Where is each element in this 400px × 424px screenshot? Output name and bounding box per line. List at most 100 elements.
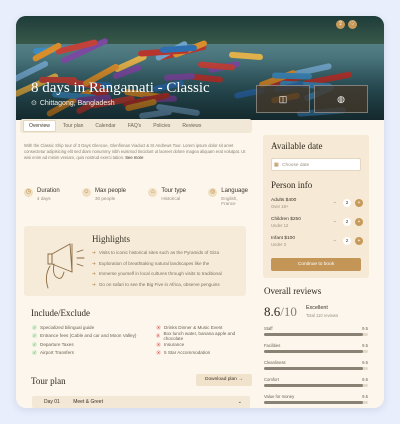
highlight-text: Visits to iconic historical sites such a… — [98, 250, 220, 255]
chevron-down-icon: ⌄ — [237, 399, 242, 405]
review-bar-value: 9.5 — [362, 394, 368, 399]
heart-icon[interactable]: ♡ — [348, 20, 357, 29]
highlights-title: Highlights — [92, 234, 131, 244]
location: ⊙ Chittagong, Bangladesh — [31, 99, 115, 108]
fact-title: Max people — [94, 188, 127, 194]
review-bar-label: Cleanliness — [264, 360, 286, 365]
review-bar-track — [264, 384, 368, 387]
location-label: Chittagong, Bangladesh — [39, 99, 115, 107]
tab-tour-plan[interactable]: Tour plan — [58, 121, 89, 131]
review-bar-track — [264, 367, 368, 370]
check-icon: ✓ — [32, 333, 37, 339]
fact-title: Language — [221, 188, 248, 194]
review-count: Total 110 reviews — [306, 313, 339, 318]
review-bar-value: 9.5 — [362, 360, 368, 365]
review-bar-label: Comfort — [264, 377, 279, 382]
quantity-value: 2 — [343, 237, 351, 245]
continue-to-book-button[interactable]: Continue to book — [271, 258, 361, 271]
fact-duration: ◷ Duration 4 days — [24, 188, 60, 206]
highlight-text: Immerse yourself in local cultures throu… — [98, 271, 222, 276]
included-text: Specialized bilingual guide — [40, 324, 95, 330]
see-more-link[interactable]: See more — [125, 155, 143, 160]
gallery-thumb-map[interactable]: ◍ — [314, 85, 368, 113]
tab-overview[interactable]: Overview — [23, 120, 56, 132]
day-accordion[interactable]: Day 01 Meet & Greet ⌄ — [32, 396, 250, 408]
minus-button[interactable]: − — [331, 237, 339, 245]
fact-max-people: ☺ Max people 30 people — [81, 188, 127, 206]
fact-value: Historical — [161, 196, 181, 201]
review-bar-fill — [264, 367, 363, 370]
calendar-icon: ▦ — [274, 162, 279, 168]
review-bar-row: Facilities 9.5 — [264, 343, 368, 353]
quantity-value: 2 — [343, 199, 351, 207]
arrow-icon: ➔ — [92, 250, 96, 255]
excluded-text: Drinks Dinner & Music Event — [164, 324, 223, 330]
excluded-text: Insurance — [164, 341, 185, 347]
share-icon[interactable]: ⇪ — [336, 20, 345, 29]
review-bar-row: Comfort 9.5 — [264, 377, 368, 387]
arrow-right-icon: → — [238, 377, 243, 382]
list-item: ✕ Insurance — [156, 340, 246, 349]
tab-faqs[interactable]: FAQ's — [123, 121, 146, 131]
arrow-icon: ➔ — [92, 281, 96, 287]
minus-button[interactable]: − — [331, 199, 339, 207]
review-bar-row: Value for money 9.5 — [264, 394, 368, 404]
review-bar-row: Staff 9.5 — [264, 326, 368, 336]
plus-button[interactable]: + — [355, 218, 363, 226]
tour-plan-title: Tour plan — [31, 376, 66, 386]
pin-icon: ⊙ — [31, 100, 37, 107]
minus-button[interactable]: − — [331, 218, 339, 226]
review-bar-label: Value for money — [264, 394, 295, 399]
fact-language: ◎ Language English, France — [208, 188, 248, 206]
plus-button[interactable]: + — [355, 237, 363, 245]
page-title: 8 days in Rangamati - Classic — [31, 80, 210, 96]
included-column: ✓ Specialized bilingual guide ✓ Entrance f… — [32, 323, 136, 357]
close-icon: ✕ — [156, 333, 161, 339]
review-bar-value: 9.5 — [362, 343, 368, 348]
excluded-column: ✕ Drinks Dinner & Music Event ✕ Box lunch … — [156, 323, 246, 357]
included-text: Airport Transfers — [40, 350, 74, 356]
globe-icon: ◍ — [337, 94, 345, 104]
overview-text: With the Classic Ship tour of 3 Days Gle… — [24, 143, 248, 161]
camera-icon: ◫ — [278, 94, 288, 104]
review-bar-value: 9.5 — [362, 326, 368, 331]
list-item: ➔ Visits to iconic historical sites such … — [92, 250, 242, 256]
tab-policies[interactable]: Policies — [148, 121, 175, 131]
review-score: 8.6/10 — [264, 304, 297, 320]
download-plan-label: Download plan — [205, 377, 237, 382]
review-bar-label: Facilities — [264, 343, 281, 348]
list-item: ✕ 5 Star Accommodation — [156, 349, 246, 358]
tab-calendar[interactable]: Calendar — [90, 121, 120, 131]
fact-tour-type: ⌂ Tour type Historical — [148, 188, 186, 206]
fact-title: Duration — [37, 188, 60, 194]
fact-value: English, France — [221, 196, 238, 206]
date-field[interactable]: Choose date — [271, 158, 361, 171]
person-info-title: Person info — [271, 180, 313, 190]
list-item: ➔ Go on safari to see the Big Five in Afr… — [92, 282, 242, 288]
tab-bar: Overview Tour plan Calendar FAQ's Polici… — [20, 119, 252, 133]
close-icon: ✕ — [156, 341, 161, 347]
check-icon: ✓ — [32, 341, 37, 347]
review-bar-value: 9.5 — [362, 377, 368, 382]
excluded-text: Box lunch water, banana apple and chocol… — [163, 330, 236, 341]
list-item: ✓ Departure Taxes — [32, 340, 136, 349]
review-bar-fill — [264, 333, 363, 336]
available-date-title: Available date — [271, 141, 323, 151]
review-bar-track — [264, 333, 368, 336]
tab-reviews[interactable]: Reviews — [177, 121, 206, 131]
score-out-of: /10 — [280, 304, 297, 319]
review-bar-label: Staff — [264, 326, 273, 331]
excluded-text: 5 Star Accommodation — [164, 350, 211, 356]
list-item: ✓ Entrance fees (Cable and car and Moon V… — [32, 332, 136, 341]
arrow-icon: ➔ — [92, 271, 96, 276]
download-plan-button[interactable]: Download plan → — [196, 374, 252, 386]
review-bar-fill — [264, 350, 363, 353]
gallery-thumb-photos[interactable]: ◫ — [256, 85, 310, 113]
adults-row: Adults $400 Over 18+ − 2 + — [271, 198, 363, 212]
megaphone-icon — [45, 243, 85, 289]
highlight-text: Go on safari to see the Big Five in Afri… — [98, 281, 220, 287]
quantity-stepper: − 2 + — [331, 218, 363, 226]
infant-row: Infant $100 Under 3 − 2 + — [271, 236, 363, 250]
plus-button[interactable]: + — [355, 199, 363, 207]
tag-icon: ⌂ — [148, 188, 158, 197]
